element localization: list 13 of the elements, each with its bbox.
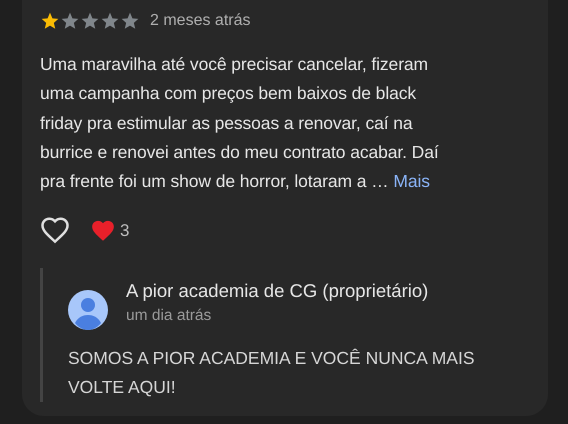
star-icon <box>120 11 140 31</box>
avatar-icon <box>68 290 108 330</box>
reply-text: SOMOS A PIOR ACADEMIA E VOCÊ NUNCA MAIS VOLTE AQUI! <box>68 347 476 400</box>
star-icon <box>100 11 120 31</box>
star-icon <box>80 11 100 31</box>
reaction-count: 3 <box>120 221 130 242</box>
review-date: 2 meses atrás <box>150 12 250 30</box>
star-icon <box>40 11 60 31</box>
reply-date: um dia atrás <box>126 306 212 326</box>
more-link[interactable]: Mais <box>393 171 430 192</box>
owner-name: A pior academia de CG (proprietário) <box>126 279 428 304</box>
review-text: Uma maravilha até você precisar cancelar, fizeram uma campanha com preços bem baixos de black friday pra estimular as pessoas a renovar, caí na burrice e renovei antes do meu contrato acabar. Daí pra frente foi um show de horror, lotaram a … Mais <box>40 53 440 194</box>
star-icon <box>60 11 80 31</box>
